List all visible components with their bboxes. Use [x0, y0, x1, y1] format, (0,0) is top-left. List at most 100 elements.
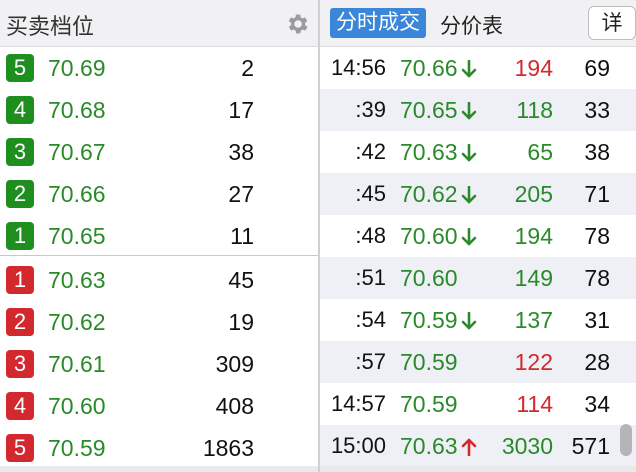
level-badge: 3: [6, 138, 34, 166]
trade-row[interactable]: :39 70.65 118 33: [320, 89, 636, 131]
order-price: 70.65: [48, 223, 106, 249]
trade-row[interactable]: :57 70.59 122 28: [320, 341, 636, 383]
trade-price: 70.63: [400, 139, 458, 165]
trade-time: :57: [355, 349, 386, 374]
trades-header: 分时成交 分价表 详: [320, 0, 636, 47]
order-book-header: 买卖档位: [0, 0, 318, 47]
ask-row-4[interactable]: 4 70.68 17: [0, 89, 318, 131]
order-price: 70.61: [48, 351, 106, 377]
trade-price: 70.65: [400, 97, 458, 123]
ask-row-3[interactable]: 3 70.67 38: [0, 131, 318, 173]
trade-volume: 194: [514, 55, 553, 81]
order-price: 70.69: [48, 55, 106, 81]
tab-time-sales[interactable]: 分时成交: [330, 8, 426, 38]
trade-row[interactable]: :51 70.60 149 78: [320, 257, 636, 299]
level-badge: 2: [6, 180, 34, 208]
trade-time: 15:00: [330, 433, 386, 458]
stock-trading-panel: 买卖档位 5 70.69 2 4 70.68 17 3 70.67 38 2 70.66 2 7 1 70.…: [0, 0, 636, 472]
level-badge: 4: [6, 96, 34, 124]
bid-row-2[interactable]: 2 70.62 19: [0, 301, 318, 343]
trade-price: 70.63: [400, 433, 458, 459]
arrow-down-icon: [461, 102, 477, 120]
order-volume: 19: [228, 309, 254, 335]
order-price: 70.67: [48, 139, 106, 165]
order-volume: 17: [228, 97, 254, 123]
order-price: 70.66: [48, 181, 106, 207]
order-volume: 408: [215, 393, 254, 419]
bid-row-1[interactable]: 1 70.63 45: [0, 259, 318, 301]
arrow-down-icon: [461, 228, 477, 246]
order-price: 70.68: [48, 97, 106, 123]
trade-row[interactable]: :48 70.60 194 78: [320, 215, 636, 257]
trade-volume: 118: [516, 97, 553, 123]
trade-time: :48: [355, 223, 386, 248]
trade-volume: 114: [516, 391, 553, 417]
trade-time: :39: [355, 97, 386, 122]
order-price: 70.59: [48, 435, 106, 461]
arrow-down-icon: [461, 60, 477, 78]
trade-time: 14:56: [330, 55, 386, 80]
trade-count: 31: [584, 307, 610, 333]
trade-count: 571: [571, 433, 610, 459]
arrow-down-icon: [461, 186, 477, 204]
trade-time: :42: [355, 139, 386, 164]
order-price: 70.62: [48, 309, 106, 335]
trade-volume: 149: [514, 265, 553, 291]
ask-row-2[interactable]: 2 70.66 27: [0, 173, 318, 215]
order-volume: 2: [241, 55, 254, 81]
level-badge: 4: [6, 392, 34, 420]
trades-panel: 分时成交 分价表 详 14:56 70.66 194 69 :39 70.65 118 33:…: [320, 0, 636, 472]
arrow-up-icon: [461, 438, 477, 456]
tab-price-table[interactable]: 分价表: [440, 10, 503, 40]
ask-row-5[interactable]: 5 70.69 2: [0, 47, 318, 89]
trade-row[interactable]: 14:57 70.59 114 34: [320, 383, 636, 425]
order-volume: 1863: [202, 435, 254, 461]
scrollbar-thumb[interactable]: [620, 424, 632, 456]
bid-row-5[interactable]: 5 70.59 1863: [0, 427, 318, 469]
level-badge: 5: [6, 54, 34, 82]
bid-ask-divider: [0, 255, 318, 256]
trade-volume: 205: [514, 181, 553, 207]
trade-count: 69: [584, 55, 610, 81]
arrow-down-icon: [461, 144, 477, 162]
trade-row[interactable]: :42 70.63 65 38: [320, 131, 636, 173]
level-badge: 1: [6, 266, 34, 294]
gear-icon[interactable]: [284, 11, 310, 37]
order-volume: 11: [230, 223, 254, 249]
level-badge: 3: [6, 350, 34, 378]
right-footer-bar: [320, 466, 636, 472]
trade-row[interactable]: 14:56 70.66 194 69: [320, 47, 636, 89]
level-badge: 2: [6, 308, 34, 336]
trade-time: 14:57: [330, 391, 386, 416]
trade-count: 71: [584, 181, 610, 207]
bid-row-3[interactable]: 3 70.61 309: [0, 343, 318, 385]
trade-price: 70.66: [400, 55, 458, 81]
trade-time: :45: [355, 181, 386, 206]
ask-row-1[interactable]: 1 70.65 11: [0, 215, 318, 257]
trade-count: 28: [584, 349, 610, 375]
level-badge: 5: [6, 434, 34, 462]
arrow-down-icon: [461, 312, 477, 330]
level-badge: 1: [6, 222, 34, 250]
trade-count: 78: [584, 223, 610, 249]
order-book-panel: 买卖档位 5 70.69 2 4 70.68 17 3 70.67 38 2 70.66 27 1 70.…: [0, 0, 318, 472]
trade-volume: 122: [514, 349, 553, 375]
trade-price: 70.62: [400, 181, 458, 207]
order-price: 70.60: [48, 393, 106, 419]
bid-row-4[interactable]: 4 70.60 408: [0, 385, 318, 427]
trade-row[interactable]: :45 70.62 205 71: [320, 173, 636, 215]
trade-row[interactable]: :54 70.59 137 31: [320, 299, 636, 341]
trade-row[interactable]: 15:00 70.63 3030 571: [320, 425, 636, 467]
trade-count: 34: [584, 391, 610, 417]
detail-button[interactable]: 详: [588, 6, 636, 40]
trade-volume: 137: [514, 307, 553, 333]
left-footer-bar: [0, 466, 318, 472]
order-book-title: 买卖档位: [6, 14, 95, 39]
order-volume: 309: [215, 351, 254, 377]
trade-volume: 3030: [501, 433, 553, 459]
trade-count: 38: [584, 139, 610, 165]
trade-price: 70.59: [400, 391, 458, 417]
trade-count: 33: [584, 97, 610, 123]
trade-volume: 194: [514, 223, 553, 249]
trade-price: 70.59: [400, 307, 458, 333]
